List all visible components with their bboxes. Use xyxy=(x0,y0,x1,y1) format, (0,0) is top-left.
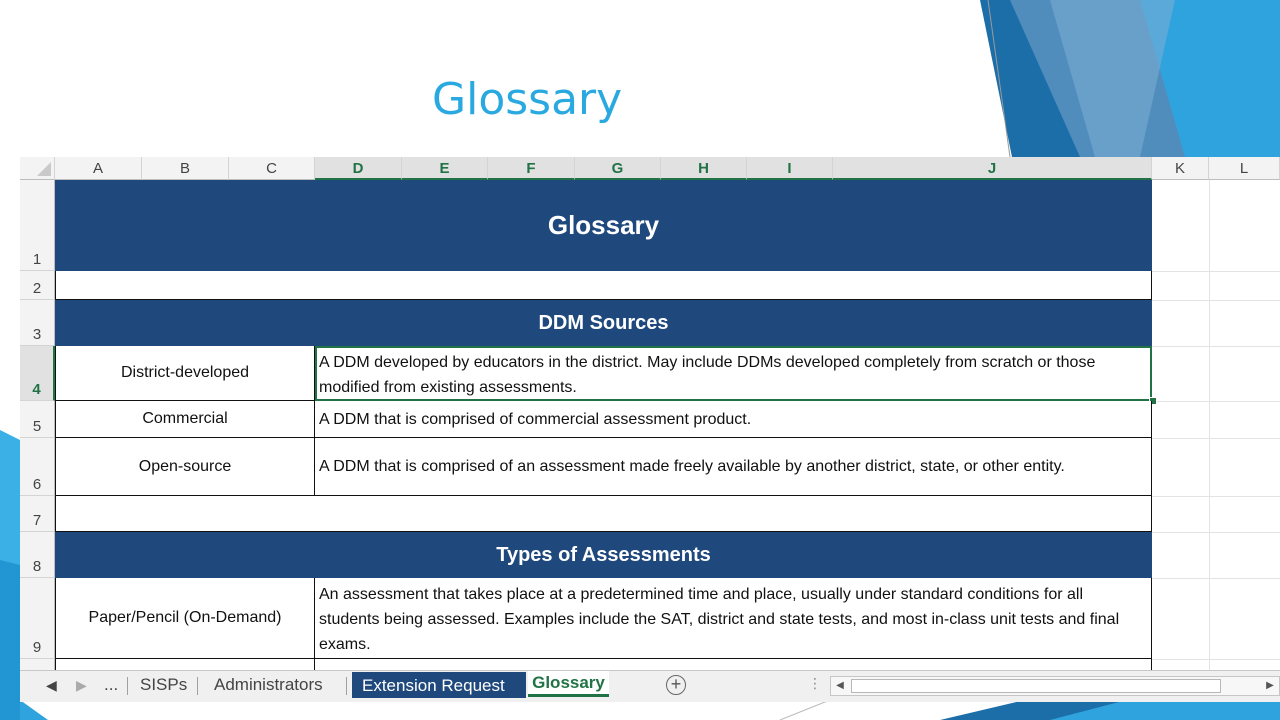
column-header-f[interactable]: F xyxy=(488,157,575,180)
slide-title: Glossary xyxy=(432,74,623,125)
horizontal-scrollbar[interactable]: ◀ ▶ xyxy=(830,676,1280,696)
row-header-9[interactable]: 9 xyxy=(20,578,55,659)
column-header-g[interactable]: G xyxy=(575,157,661,180)
column-header-j[interactable]: J xyxy=(833,157,1152,180)
select-all-corner[interactable] xyxy=(20,157,55,180)
column-header-e[interactable]: E xyxy=(402,157,488,180)
row-header-4[interactable]: 4 xyxy=(20,346,55,401)
term-cell[interactable]: Commercial xyxy=(55,401,315,438)
column-header-b[interactable]: B xyxy=(142,157,229,180)
spreadsheet-grid[interactable]: A B C D E F G H I J K L 1 2 3 4 5 6 7 8 … xyxy=(20,157,1280,670)
row-header-6[interactable]: 6 xyxy=(20,438,55,496)
row-header-1[interactable]: 1 xyxy=(20,180,55,271)
term-cell-partial[interactable] xyxy=(55,659,315,670)
section-heading-ddm-sources[interactable]: DDM Sources xyxy=(55,300,1152,348)
row-header-2[interactable]: 2 xyxy=(20,271,55,300)
tab-administrators[interactable]: Administrators xyxy=(204,671,333,698)
term-cell[interactable]: Open-source xyxy=(55,438,315,496)
definition-cell-partial[interactable] xyxy=(315,659,1152,670)
more-sheets-button[interactable]: ... xyxy=(94,671,128,698)
column-header-a[interactable]: A xyxy=(55,157,142,180)
definition-cell[interactable]: An assessment that takes place at a pred… xyxy=(315,578,1152,659)
tab-sisps[interactable]: SISPs xyxy=(130,671,197,698)
add-sheet-plus-icon[interactable]: + xyxy=(666,675,686,695)
tab-glossary[interactable]: Glossary xyxy=(528,671,609,697)
tab-extension-request[interactable]: Extension Request xyxy=(352,672,526,698)
sheet-main-heading[interactable]: Glossary xyxy=(55,180,1152,273)
column-header-h[interactable]: H xyxy=(661,157,747,180)
sheet-tabs-bar: ◀ ▶ ... SISPs Administrators Extension R… xyxy=(20,670,1280,702)
column-header-i[interactable]: I xyxy=(747,157,833,180)
blank-row[interactable] xyxy=(55,271,1152,300)
tab-splitter-icon[interactable]: ⋮ xyxy=(808,675,822,692)
term-cell[interactable]: District-developed xyxy=(55,346,315,401)
row-header-8[interactable]: 8 xyxy=(20,532,55,578)
blank-row[interactable] xyxy=(55,496,1152,532)
column-header-d[interactable]: D xyxy=(315,157,402,180)
scroll-right-arrow-icon[interactable]: ▶ xyxy=(1261,677,1279,695)
scroll-left-arrow-icon[interactable]: ◀ xyxy=(831,677,849,695)
term-cell[interactable]: Paper/Pencil (On-Demand) xyxy=(55,578,315,659)
section-heading-types-of-assessments[interactable]: Types of Assessments xyxy=(55,532,1152,580)
next-sheet-arrow-icon[interactable]: ▶ xyxy=(76,677,87,694)
column-header-c[interactable]: C xyxy=(229,157,315,180)
column-header-k[interactable]: K xyxy=(1152,157,1209,180)
definition-cell[interactable]: A DDM that is comprised of an assessment… xyxy=(315,438,1152,496)
row-header-10[interactable] xyxy=(20,659,55,670)
column-header-l[interactable]: L xyxy=(1209,157,1280,180)
row-header-7[interactable]: 7 xyxy=(20,496,55,532)
scrollbar-thumb[interactable] xyxy=(851,679,1221,693)
definition-cell[interactable]: A DDM that is comprised of commercial as… xyxy=(315,401,1152,438)
definition-cell-active[interactable]: A DDM developed by educators in the dist… xyxy=(315,346,1152,401)
row-header-5[interactable]: 5 xyxy=(20,401,55,438)
row-header-3[interactable]: 3 xyxy=(20,300,55,346)
previous-sheet-arrow-icon[interactable]: ◀ xyxy=(46,677,57,694)
